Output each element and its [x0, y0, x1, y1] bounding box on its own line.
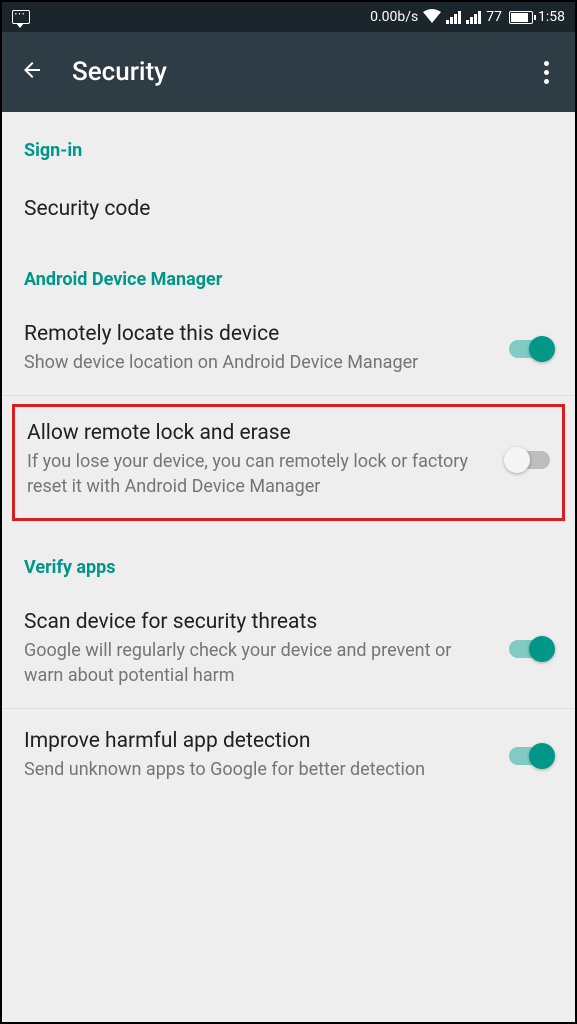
- scan-threats-toggle[interactable]: [509, 640, 553, 658]
- signal-icon-2: [466, 10, 481, 24]
- overflow-menu-icon[interactable]: [536, 53, 557, 92]
- improve-detection-text: Improve harmful app detection Send unkno…: [24, 729, 493, 782]
- improve-detection-title: Improve harmful app detection: [24, 729, 493, 753]
- remote-lock-erase-title: Allow remote lock and erase: [27, 421, 490, 445]
- improve-detection-subtitle: Send unknown apps to Google for better d…: [24, 757, 493, 782]
- back-arrow-icon[interactable]: [20, 56, 44, 89]
- remote-lock-erase-subtitle: If you lose your device, you can remotel…: [27, 449, 490, 499]
- remote-lock-erase-toggle[interactable]: [506, 451, 550, 469]
- app-bar: Security: [2, 32, 575, 112]
- status-left: [12, 10, 370, 24]
- status-bar: 0.00b/s 77 1:58: [2, 2, 575, 32]
- section-header-signin: Sign-in: [2, 112, 575, 173]
- data-rate: 0.00b/s: [370, 9, 418, 25]
- security-code-label: Security code: [24, 197, 553, 221]
- message-icon: [12, 10, 30, 24]
- wifi-icon: [423, 8, 441, 27]
- signal-icon-1: [446, 10, 461, 24]
- battery-percent: 77: [486, 9, 502, 25]
- remotely-locate-subtitle: Show device location on Android Device M…: [24, 350, 493, 375]
- page-title: Security: [72, 57, 536, 87]
- scan-threats-subtitle: Google will regularly check your device …: [24, 638, 493, 688]
- remote-lock-erase-text: Allow remote lock and erase If you lose …: [27, 421, 490, 499]
- scan-threats-title: Scan device for security threats: [24, 610, 493, 634]
- status-right: 0.00b/s 77 1:58: [370, 8, 565, 27]
- clock: 1:58: [538, 9, 565, 25]
- security-code-item[interactable]: Security code: [2, 173, 575, 241]
- scan-threats-item[interactable]: Scan device for security threats Google …: [2, 590, 575, 709]
- remotely-locate-item[interactable]: Remotely locate this device Show device …: [2, 302, 575, 396]
- section-header-verify: Verify apps: [2, 529, 575, 590]
- settings-content: Sign-in Security code Android Device Man…: [2, 112, 575, 802]
- section-header-adm: Android Device Manager: [2, 241, 575, 302]
- remotely-locate-title: Remotely locate this device: [24, 322, 493, 346]
- remote-lock-erase-item[interactable]: Allow remote lock and erase If you lose …: [27, 421, 550, 499]
- remotely-locate-toggle[interactable]: [509, 340, 553, 358]
- improve-detection-toggle[interactable]: [509, 747, 553, 765]
- battery-icon: [509, 11, 533, 24]
- highlight-annotation: Allow remote lock and erase If you lose …: [12, 404, 565, 520]
- improve-detection-item[interactable]: Improve harmful app detection Send unkno…: [2, 709, 575, 802]
- remotely-locate-text: Remotely locate this device Show device …: [24, 322, 493, 375]
- scan-threats-text: Scan device for security threats Google …: [24, 610, 493, 688]
